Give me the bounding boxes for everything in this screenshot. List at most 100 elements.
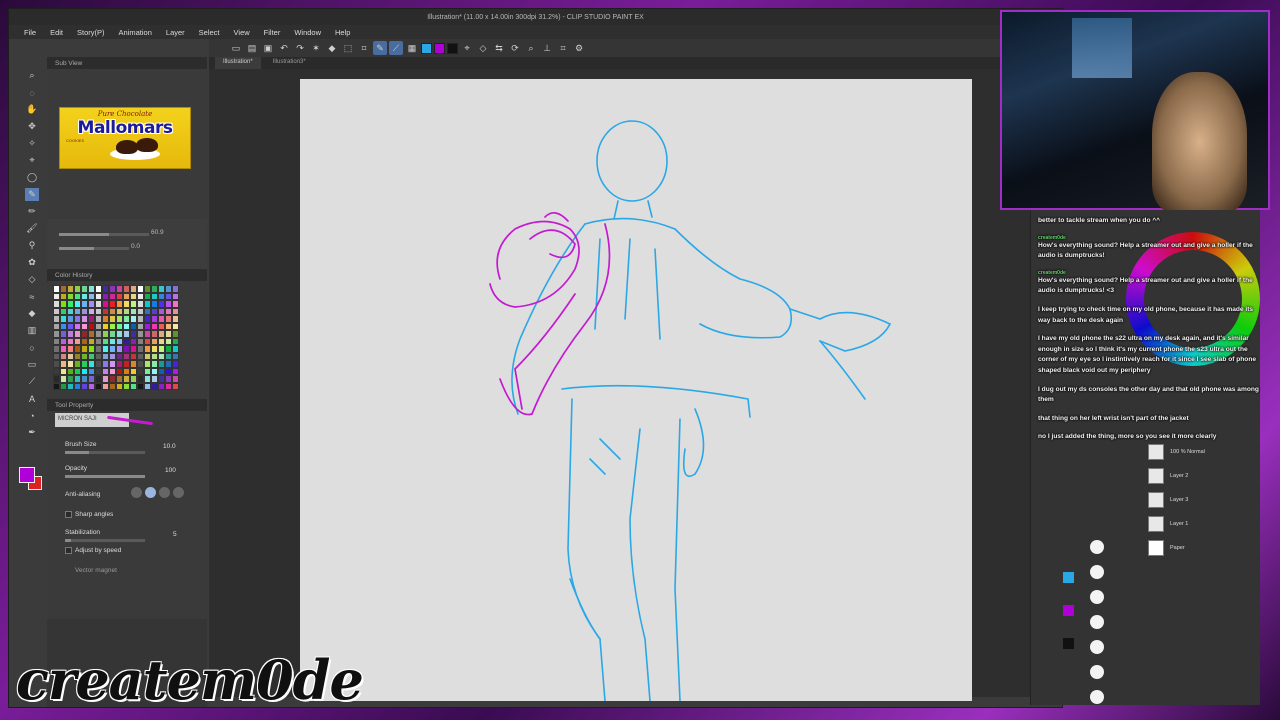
color-history-swatch[interactable] [102,322,109,330]
color-history-swatch[interactable] [109,367,116,375]
color-history-swatch[interactable] [137,307,144,315]
color-history-swatch[interactable] [172,315,179,323]
color-history-swatch[interactable] [109,322,116,330]
color-history-swatch[interactable] [137,337,144,345]
color-history-swatch[interactable] [137,367,144,375]
sharp-angles-checkbox[interactable] [65,511,72,518]
color-history-swatch[interactable] [95,330,102,338]
color-history-swatch[interactable] [172,285,179,293]
eraser-icon[interactable]: ◇ [476,41,490,55]
color-history-swatch[interactable] [74,330,81,338]
adjust-by-speed-row[interactable]: Adjust by speed [65,547,121,554]
color-history-swatch[interactable] [109,375,116,383]
color-history-swatch[interactable] [130,360,137,368]
rotate-icon[interactable]: ⟳ [508,41,522,55]
ruler-icon[interactable]: ⊥ [540,41,554,55]
color-history-swatch[interactable] [123,375,130,383]
color-history-swatch[interactable] [53,382,60,390]
transform-icon[interactable]: ⬚ [341,41,355,55]
color-history-swatch[interactable] [67,330,74,338]
layer-row[interactable]: Layer 1 [1148,512,1248,536]
color-history-swatch[interactable] [60,307,67,315]
color-history-swatch[interactable] [60,337,67,345]
color-history-swatch[interactable] [158,382,165,390]
color-history-swatch[interactable] [67,292,74,300]
color-history-swatch[interactable] [109,292,116,300]
color-history-swatch[interactable] [137,315,144,323]
color-history-swatch[interactable] [95,382,102,390]
color-history-swatch[interactable] [74,360,81,368]
color-history-swatch[interactable] [81,292,88,300]
stabilization-value[interactable]: 5 [173,531,177,538]
color-indicator[interactable] [19,467,45,493]
color-history-swatch[interactable] [74,352,81,360]
color-history-swatch[interactable] [74,367,81,375]
canvas-area[interactable]: Illustration* Illustration3* [209,57,1064,702]
color-history-swatch[interactable] [116,375,123,383]
color-history-swatch[interactable] [53,360,60,368]
color-history-swatch[interactable] [144,292,151,300]
color-history-swatch[interactable] [95,315,102,323]
color-history-swatch[interactable] [123,285,130,293]
color-history-swatch[interactable] [88,382,95,390]
color-history-swatch[interactable] [81,330,88,338]
color-history-swatch[interactable] [123,307,130,315]
color-history-swatch[interactable] [67,360,74,368]
color-history-swatch[interactable] [165,345,172,353]
move-tool-icon[interactable]: ✥ [25,120,39,133]
palette-black-swatch[interactable] [1063,638,1074,649]
color-history-swatch[interactable] [109,300,116,308]
brush-size-option[interactable] [1090,590,1104,604]
layer-row[interactable]: Paper [1148,536,1248,560]
color-history-swatch[interactable] [130,352,137,360]
brush-size-option[interactable] [1090,540,1104,554]
color-history-swatch[interactable] [102,345,109,353]
gradient-tool-icon[interactable]: ▥ [25,324,39,337]
color-history-swatch[interactable] [95,322,102,330]
color-history-swatch[interactable] [95,360,102,368]
color-history-swatch[interactable] [95,292,102,300]
color-history-swatch[interactable] [67,367,74,375]
color-history-swatch[interactable] [116,337,123,345]
palette-purple-swatch[interactable] [1063,605,1074,616]
drawing-paper[interactable] [300,79,972,702]
color-history-swatch[interactable] [158,360,165,368]
color-history-swatch[interactable] [130,315,137,323]
color-history-swatch[interactable] [151,337,158,345]
color-history-swatch[interactable] [88,345,95,353]
color-history-swatch[interactable] [60,315,67,323]
flip-icon[interactable]: ⇆ [492,41,506,55]
angle-slider[interactable] [59,247,129,250]
menu-window[interactable]: Window [289,28,326,37]
color-history-swatch[interactable] [60,330,67,338]
color-history-swatch[interactable] [151,300,158,308]
color-history-swatch[interactable] [130,337,137,345]
color-history-swatch[interactable] [81,337,88,345]
color-history-swatch[interactable] [151,315,158,323]
color-history-swatch[interactable] [81,360,88,368]
color-history-swatch[interactable] [116,345,123,353]
color-history-swatch[interactable] [88,367,95,375]
color-history-swatch[interactable] [53,285,60,293]
color-history-swatch[interactable] [144,300,151,308]
decoration-tool-icon[interactable]: ✿ [25,256,39,269]
color-history-swatch[interactable] [53,345,60,353]
color-history-swatch[interactable] [102,315,109,323]
color-history-swatch[interactable] [88,300,95,308]
color-history-swatch[interactable] [172,337,179,345]
color-history-swatch[interactable] [102,330,109,338]
color-history-swatch[interactable] [137,352,144,360]
hand-tool-icon[interactable]: ✋ [25,103,39,116]
color-history-swatch[interactable] [74,285,81,293]
color-history-swatch[interactable] [130,300,137,308]
doc-tab-illustration3[interactable]: Illustration3* [265,57,314,69]
color-history-swatch[interactable] [74,375,81,383]
color-history-swatch[interactable] [95,285,102,293]
color-history-swatch[interactable] [74,315,81,323]
color-history-swatch[interactable] [109,337,116,345]
color-history-swatch[interactable] [88,375,95,383]
color-history-swatch[interactable] [88,315,95,323]
color-history-swatch[interactable] [165,375,172,383]
color-history-swatch[interactable] [60,352,67,360]
color-history-swatch[interactable] [130,307,137,315]
